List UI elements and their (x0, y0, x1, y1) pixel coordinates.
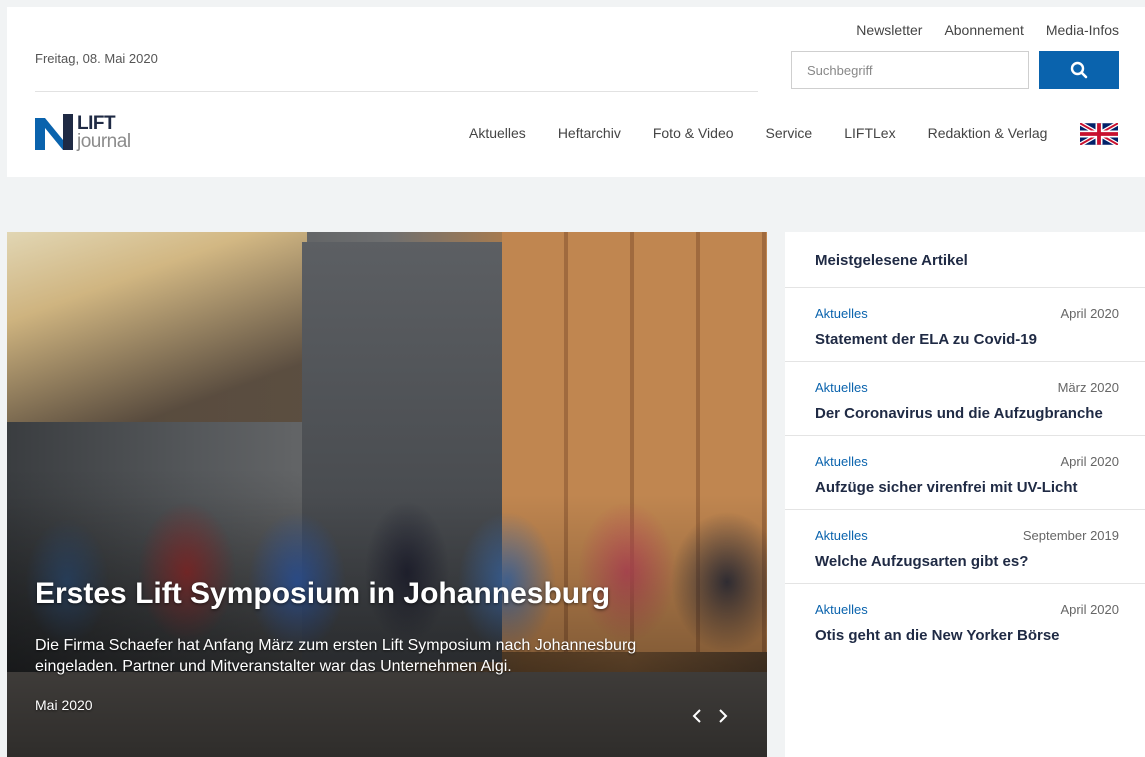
hero-date: Mai 2020 (35, 697, 93, 713)
article-category[interactable]: Aktuelles (815, 306, 868, 321)
list-item[interactable]: Aktuelles April 2020 Statement der ELA z… (785, 287, 1145, 361)
nav-service[interactable]: Service (766, 125, 813, 141)
article-category[interactable]: Aktuelles (815, 602, 868, 617)
list-item[interactable]: Aktuelles April 2020 Otis geht an die Ne… (785, 583, 1145, 657)
article-date: September 2019 (1022, 528, 1119, 543)
hero-teaser: Die Firma Schaefer hat Anfang März zum e… (35, 637, 637, 675)
article-title[interactable]: Welche Aufzugsarten gibt es? (815, 553, 1028, 570)
chevron-right-icon (719, 709, 728, 723)
list-item[interactable]: Aktuelles März 2020 Der Coronavirus und … (785, 361, 1145, 435)
article-title[interactable]: Der Coronavirus und die Aufzugbranche (815, 405, 1103, 422)
nav-liftlex[interactable]: LIFTLex (844, 125, 895, 141)
article-title[interactable]: Statement der ELA zu Covid-19 (815, 331, 1037, 348)
article-category[interactable]: Aktuelles (815, 454, 868, 469)
search-icon (1070, 61, 1088, 79)
search-input[interactable] (791, 51, 1029, 89)
article-date: März 2020 (1057, 380, 1119, 395)
nav-redaktion-verlag[interactable]: Redaktion & Verlag (928, 125, 1048, 141)
article-title[interactable]: Aufzüge sicher virenfrei mit UV-Licht (815, 479, 1078, 496)
most-read-list: Aktuelles April 2020 Statement der ELA z… (785, 287, 1145, 657)
logo-text-journal: journal (77, 131, 131, 152)
article-category[interactable]: Aktuelles (815, 528, 868, 543)
article-date: April 2020 (1060, 306, 1119, 321)
abonnement-link[interactable]: Abonnement (944, 22, 1023, 38)
uk-flag-icon[interactable] (1080, 123, 1118, 145)
list-item[interactable]: Aktuelles September 2019 Welche Aufzugsa… (785, 509, 1145, 583)
current-date: Freitag, 08. Mai 2020 (35, 51, 158, 66)
slider-next-button[interactable] (713, 702, 733, 730)
nav-heftarchiv[interactable]: Heftarchiv (558, 125, 621, 141)
article-date: April 2020 (1060, 454, 1119, 469)
hero-overlay (7, 232, 767, 757)
list-item[interactable]: Aktuelles April 2020 Aufzüge sicher vire… (785, 435, 1145, 509)
chevron-left-icon (692, 709, 701, 723)
lift-journal-logo[interactable]: LIFT journal (35, 111, 145, 152)
nav-foto-video[interactable]: Foto & Video (653, 125, 734, 141)
site-header: Freitag, 08. Mai 2020 Newsletter Abonnem… (7, 7, 1145, 177)
media-infos-link[interactable]: Media-Infos (1046, 22, 1119, 38)
newsletter-link[interactable]: Newsletter (856, 22, 922, 38)
search-button[interactable] (1039, 51, 1119, 89)
article-date: April 2020 (1060, 602, 1119, 617)
header-divider (35, 91, 758, 92)
hero-title[interactable]: Erstes Lift Symposium in Johannesburg (35, 577, 610, 611)
article-title[interactable]: Otis geht an die New Yorker Börse (815, 627, 1060, 644)
nav-aktuelles[interactable]: Aktuelles (469, 125, 526, 141)
slider-prev-button[interactable] (687, 702, 707, 730)
sidebar-title: Meistgelesene Artikel (815, 252, 968, 269)
main-navigation: Aktuelles Heftarchiv Foto & Video Servic… (469, 125, 1047, 141)
logo-mark-icon (35, 114, 73, 150)
most-read-sidebar: Meistgelesene Artikel Aktuelles April 20… (785, 232, 1145, 757)
article-category[interactable]: Aktuelles (815, 380, 868, 395)
top-links: Newsletter Abonnement Media-Infos (856, 22, 1119, 38)
hero-slider[interactable]: Erstes Lift Symposium in Johannesburg Di… (7, 232, 767, 757)
